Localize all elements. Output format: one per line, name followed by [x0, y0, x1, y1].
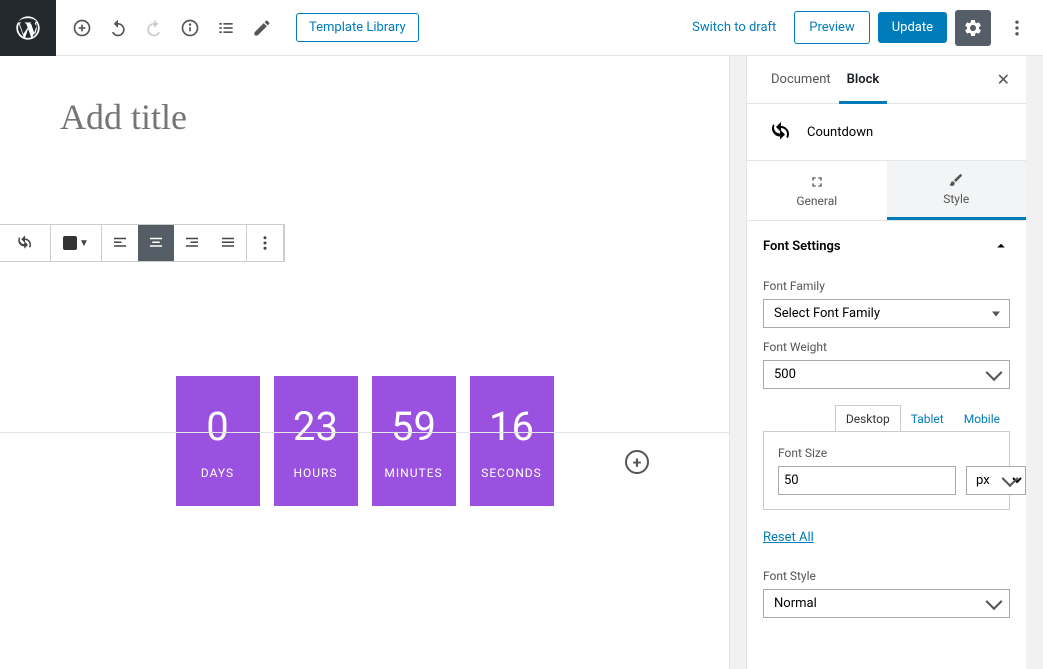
settings-sidebar: Document Block ✕ Countdown General Style…	[746, 56, 1026, 669]
countdown-days: 0 DAYS	[176, 376, 260, 506]
device-tab-tablet[interactable]: Tablet	[901, 405, 954, 432]
countdown-minutes: 59 MINUTES	[372, 376, 456, 506]
font-size-input[interactable]	[778, 466, 956, 495]
hours-value: 23	[293, 403, 338, 450]
add-block-inline-button[interactable]: +	[625, 450, 649, 474]
info-icon[interactable]	[172, 10, 208, 46]
seconds-label: SECONDS	[481, 466, 542, 480]
block-header: Countdown	[747, 104, 1026, 161]
minutes-label: MINUTES	[384, 466, 442, 480]
style-tab-icon	[948, 172, 964, 188]
general-tab-icon	[809, 174, 825, 190]
settings-gear-icon[interactable]	[955, 10, 991, 46]
font-size-unit-select[interactable]: px	[966, 466, 1026, 495]
align-justify-icon[interactable]	[210, 225, 246, 261]
seconds-value: 16	[489, 403, 534, 450]
days-value: 0	[206, 403, 228, 450]
tab-general[interactable]: General	[747, 161, 887, 220]
tab-document[interactable]: Document	[763, 56, 839, 104]
device-tab-mobile[interactable]: Mobile	[954, 405, 1010, 432]
countdown-block[interactable]: 0 DAYS 23 HOURS 59 MINUTES 16 SECONDS	[0, 326, 729, 506]
preview-button[interactable]: Preview	[794, 11, 869, 44]
close-sidebar-icon[interactable]: ✕	[997, 70, 1010, 89]
switch-to-draft-button[interactable]: Switch to draft	[692, 20, 776, 35]
font-settings-panel-header[interactable]: Font Settings	[763, 237, 1010, 267]
font-size-label: Font Size	[778, 446, 995, 460]
template-library-button[interactable]: Template Library	[296, 13, 419, 42]
undo-icon[interactable]	[100, 10, 136, 46]
hours-label: HOURS	[293, 466, 337, 480]
post-title-input[interactable]	[0, 56, 729, 158]
add-block-icon[interactable]	[64, 10, 100, 46]
countdown-hours: 23 HOURS	[274, 376, 358, 506]
responsive-device-tabs: Desktop Tablet Mobile	[763, 405, 1010, 432]
top-toolbar: Template Library Switch to draft Preview…	[0, 0, 1043, 56]
minutes-value: 59	[391, 403, 436, 450]
edit-icon[interactable]	[244, 10, 280, 46]
align-left-icon[interactable]	[102, 225, 138, 261]
redo-icon	[136, 10, 172, 46]
editor-scrollbar[interactable]	[729, 56, 746, 669]
general-tab-label: General	[796, 194, 837, 208]
chevron-up-icon	[992, 237, 1010, 255]
block-divider	[0, 432, 729, 433]
device-tab-desktop[interactable]: Desktop	[835, 405, 901, 432]
font-family-select[interactable]: Select Font Family	[763, 299, 1010, 328]
wordpress-logo[interactable]	[0, 0, 56, 56]
style-tab-label: Style	[943, 192, 969, 206]
reset-all-link[interactable]: Reset All	[763, 530, 814, 545]
font-family-label: Font Family	[763, 279, 1010, 293]
block-more-icon[interactable]	[247, 225, 283, 261]
font-weight-label: Font Weight	[763, 340, 1010, 354]
update-button[interactable]: Update	[878, 12, 947, 43]
outline-icon[interactable]	[208, 10, 244, 46]
block-name-label: Countdown	[807, 125, 873, 140]
font-settings-title: Font Settings	[763, 239, 841, 254]
tab-style[interactable]: Style	[887, 161, 1027, 220]
countdown-block-icon	[769, 120, 793, 144]
align-center-icon[interactable]	[138, 225, 174, 261]
font-style-label: Font Style	[763, 569, 1010, 583]
days-label: DAYS	[201, 466, 234, 480]
block-color-icon[interactable]: ▼	[51, 225, 101, 261]
more-options-icon[interactable]	[999, 10, 1035, 46]
block-type-icon[interactable]	[0, 225, 50, 261]
block-toolbar: ▼	[0, 224, 285, 262]
tab-block[interactable]: Block	[839, 56, 888, 104]
align-right-icon[interactable]	[174, 225, 210, 261]
font-weight-select[interactable]: 500	[763, 360, 1010, 389]
page-scrollbar[interactable]	[1026, 56, 1043, 669]
editor-canvas[interactable]: ▼ 0 DAYS 23 HOURS 59 MINUT	[0, 56, 729, 669]
font-style-select[interactable]: Normal	[763, 589, 1010, 618]
countdown-seconds: 16 SECONDS	[470, 376, 554, 506]
